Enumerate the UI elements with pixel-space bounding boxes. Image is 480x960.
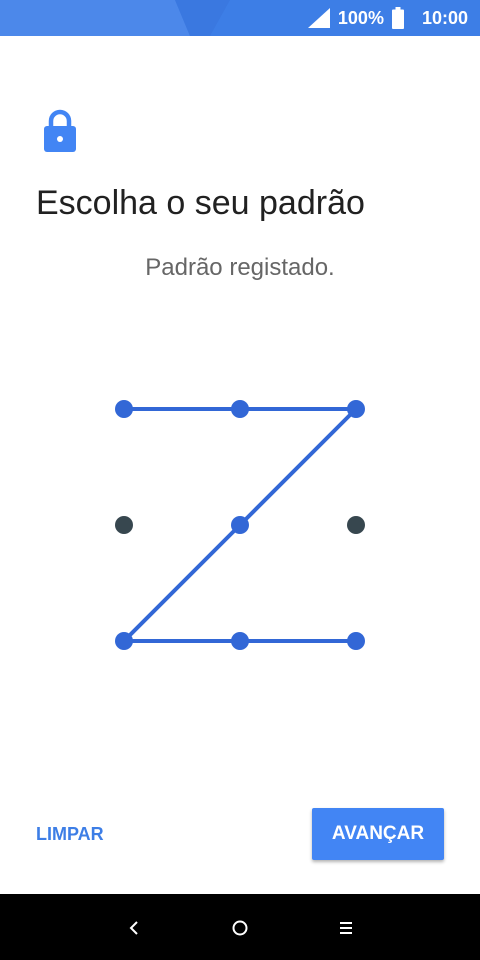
battery-percent: 100%: [337, 7, 384, 28]
pattern-dot-7[interactable]: [115, 632, 133, 650]
navigation-bar: [0, 894, 480, 960]
pattern-dot-2[interactable]: [231, 400, 249, 418]
pattern-status-text: Padrão registado.: [145, 254, 335, 281]
next-button[interactable]: AVANÇAR: [312, 808, 444, 860]
status-bar: 100% 10:00: [0, 0, 480, 36]
clear-button[interactable]: LIMPAR: [36, 816, 104, 852]
battery-icon: [391, 7, 404, 29]
home-icon: [232, 920, 248, 936]
clock: 10:00: [421, 7, 468, 28]
pattern-dot-6[interactable]: [347, 516, 365, 534]
pattern-dot-5[interactable]: [231, 516, 249, 534]
back-icon: [129, 921, 138, 935]
pattern-grid[interactable]: [100, 385, 380, 665]
signal-icon: [307, 8, 330, 28]
status-indicators: 100% 10:00: [307, 0, 468, 36]
recents-button[interactable]: [326, 908, 366, 948]
home-button[interactable]: [220, 908, 260, 948]
page-title: Escolha o seu padrão: [36, 184, 365, 222]
recents-icon: [340, 922, 352, 934]
pattern-dot-9[interactable]: [347, 632, 365, 650]
pattern-dot-8[interactable]: [231, 632, 249, 650]
back-button[interactable]: [114, 908, 154, 948]
pattern-dot-4[interactable]: [115, 516, 133, 534]
pattern-dot-1[interactable]: [115, 400, 133, 418]
pattern-dot-3[interactable]: [347, 400, 365, 418]
lock-icon: [42, 108, 78, 154]
